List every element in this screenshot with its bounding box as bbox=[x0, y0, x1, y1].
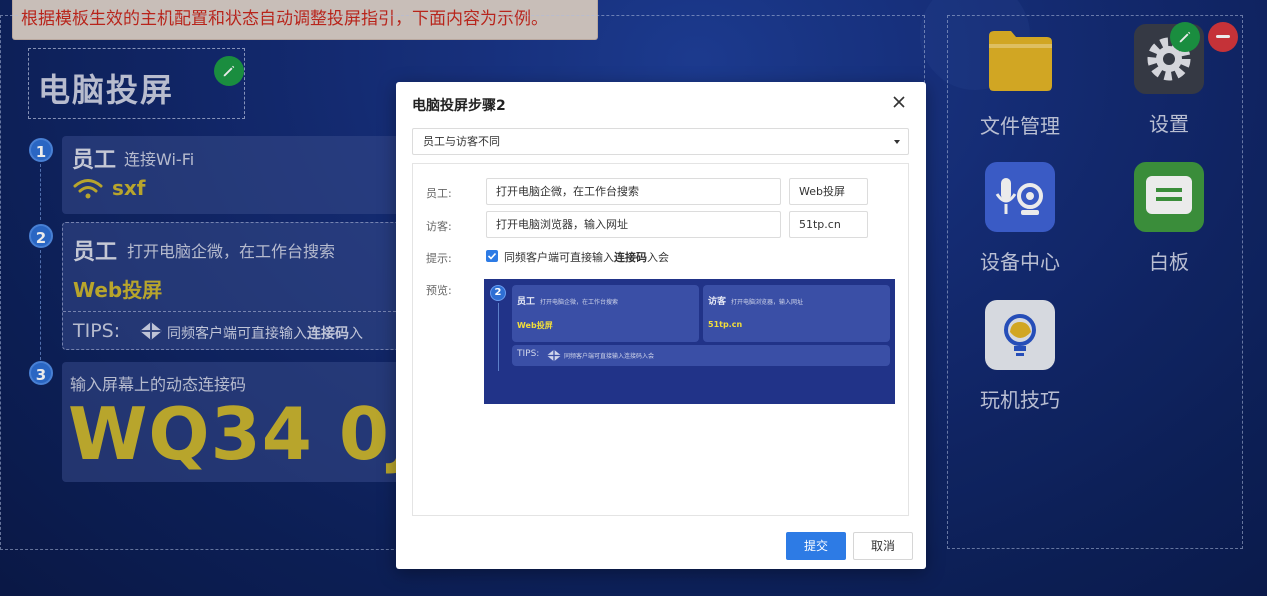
hint-label: 提示: bbox=[426, 252, 452, 265]
visitor-value-input[interactable]: 51tp.cn bbox=[789, 211, 868, 238]
preview-visitor-action: 打开电脑浏览器，输入网址 bbox=[731, 299, 804, 306]
dialog-title: 电脑投屏步骤2 bbox=[412, 98, 506, 114]
screen-share-logo-icon bbox=[546, 349, 562, 362]
visitor-action-value: 打开电脑浏览器，输入网址 bbox=[496, 218, 628, 231]
employee-action-input[interactable]: 打开电脑企微，在工作台搜索 bbox=[486, 178, 781, 205]
audience-mode-select[interactable]: 员工与访客不同 bbox=[412, 128, 909, 155]
visitor-value-text: 51tp.cn bbox=[799, 218, 841, 231]
preview-visitor-value: 51tp.cn bbox=[708, 320, 743, 329]
visitor-action-input[interactable]: 打开电脑浏览器，输入网址 bbox=[486, 211, 781, 238]
hint-checkbox[interactable] bbox=[486, 250, 498, 262]
employee-value-input[interactable]: Web投屏 bbox=[789, 178, 868, 205]
screen-cast-step-dialog: 电脑投屏步骤2 员工与访客不同 员工: 打开电脑企微，在工作台搜索 Web投屏 … bbox=[396, 82, 926, 569]
submit-button[interactable]: 提交 bbox=[786, 532, 846, 560]
chevron-down-icon bbox=[894, 140, 900, 144]
employee-value-text: Web投屏 bbox=[799, 185, 845, 198]
check-icon bbox=[487, 252, 497, 260]
preview-employee-action: 打开电脑企微，在工作台搜索 bbox=[540, 299, 619, 306]
preview-visitor-card: 访客 打开电脑浏览器，输入网址 51tp.cn bbox=[703, 285, 890, 342]
preview-employee-value: Web投屏 bbox=[517, 321, 553, 330]
preview-step-number: 2 bbox=[490, 285, 506, 301]
visitor-label: 访客: bbox=[426, 220, 452, 233]
preview-tips-bar: TIPS: 同频客户端可直接输入连接码入会 bbox=[512, 345, 890, 366]
preview-tips-label: TIPS: bbox=[517, 349, 540, 359]
preview-employee-who: 员工 bbox=[517, 297, 536, 307]
step-form: 员工: 打开电脑企微，在工作台搜索 Web投屏 访客: 打开电脑浏览器，输入网址… bbox=[412, 163, 909, 516]
employee-label: 员工: bbox=[426, 187, 452, 200]
employee-action-value: 打开电脑企微，在工作台搜索 bbox=[496, 185, 639, 198]
preview-connector bbox=[498, 303, 499, 371]
step-preview: 2 员工 打开电脑企微，在工作台搜索 Web投屏 访客 打开电脑浏览器，输入网址… bbox=[484, 279, 895, 404]
close-icon[interactable] bbox=[891, 94, 907, 110]
preview-tips-text: 同频客户端可直接输入连接码入会 bbox=[564, 353, 655, 360]
hint-text: 同频客户端可直接输入连接码入会 bbox=[504, 251, 669, 264]
preview-label: 预览: bbox=[426, 284, 452, 297]
cancel-button[interactable]: 取消 bbox=[853, 532, 913, 560]
preview-employee-card: 员工 打开电脑企微，在工作台搜索 Web投屏 bbox=[512, 285, 699, 342]
select-value: 员工与访客不同 bbox=[423, 135, 500, 148]
preview-visitor-who: 访客 bbox=[708, 297, 727, 307]
